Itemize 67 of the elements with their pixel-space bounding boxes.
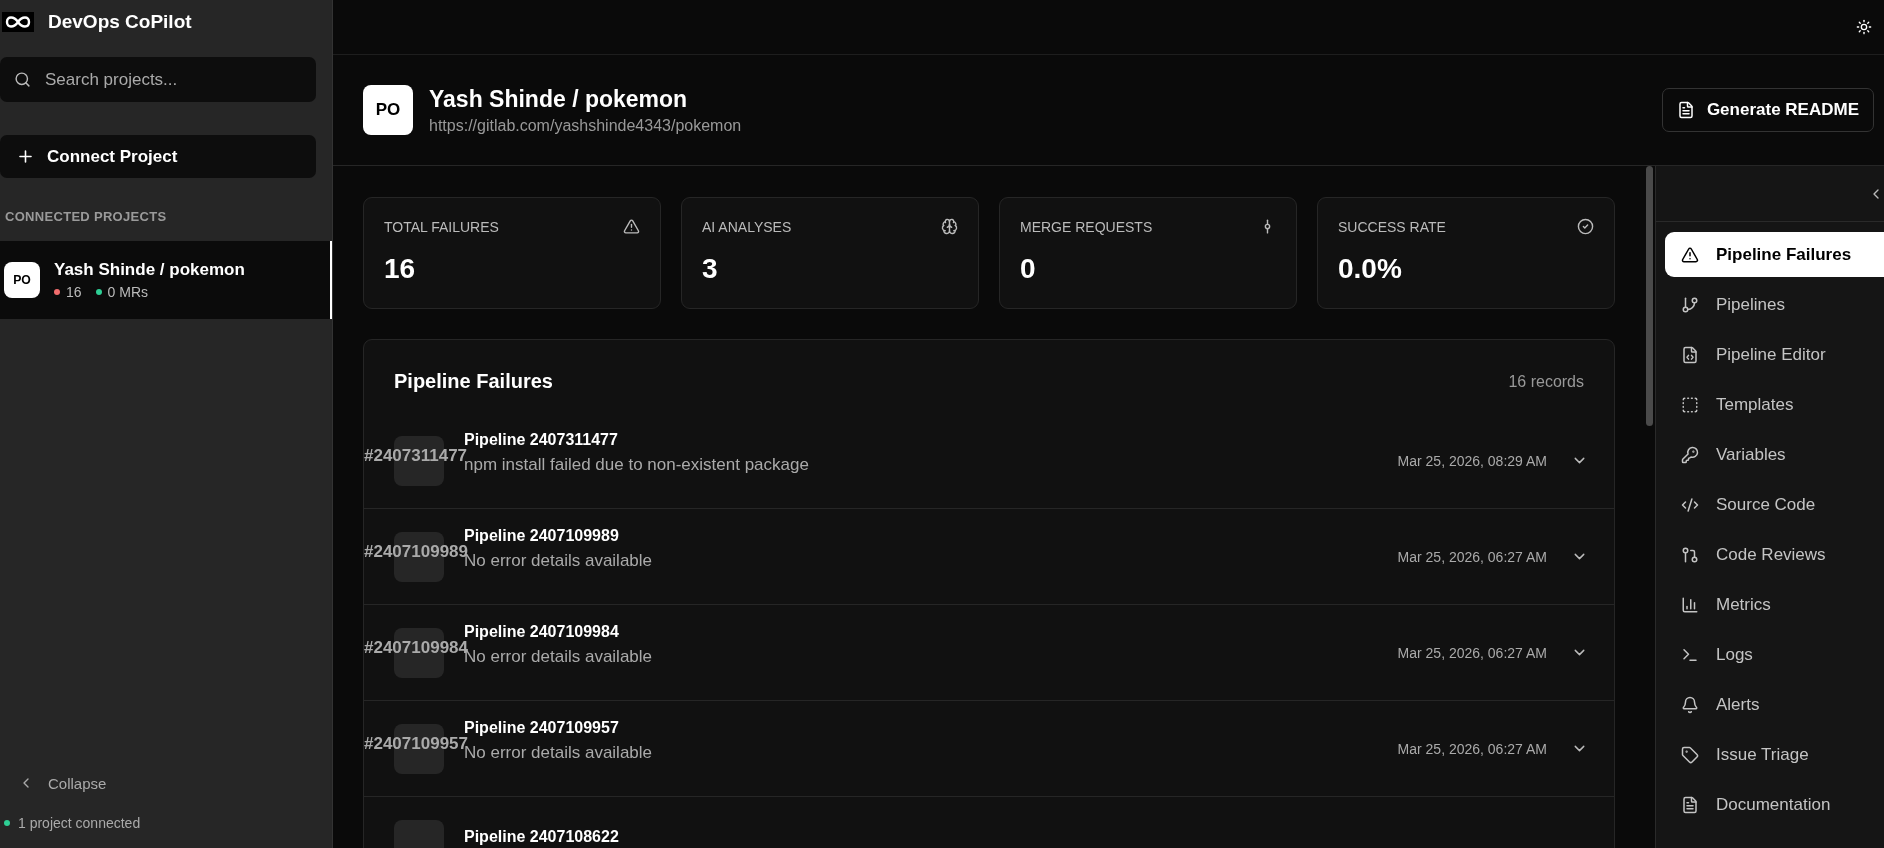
nav-item[interactable]: Code Reviews — [1665, 532, 1884, 577]
nav-item[interactable]: Logs — [1665, 632, 1884, 677]
project-avatar: PO — [4, 262, 40, 298]
nav-item[interactable]: Source Code — [1665, 482, 1884, 527]
project-item[interactable]: PO Yash Shinde / pokemon 16 0 MRs — [0, 241, 332, 319]
nav-item[interactable]: Pipeline Editor — [1665, 332, 1884, 377]
stat-value: 16 — [384, 253, 417, 285]
app-name: DevOps CoPilot — [48, 11, 192, 33]
project-avatar: PO — [363, 85, 413, 135]
section-title: CONNECTED PROJECTS — [5, 209, 168, 224]
document-icon — [1676, 101, 1695, 119]
theme-toggle-icon[interactable] — [1856, 19, 1872, 35]
stat-value: 3 — [702, 253, 719, 285]
connection-status: 1 project connected — [18, 815, 141, 831]
stat-label: MERGE REQUESTS — [1020, 218, 1153, 235]
pipeline-title: Pipeline 2407109957 — [464, 718, 620, 737]
bar-chart-icon — [1681, 595, 1699, 614]
search-field[interactable]: Search projects... — [0, 57, 316, 102]
panel-title: Pipeline Failures — [394, 370, 553, 393]
tag-icon — [1681, 745, 1699, 764]
nav-item[interactable]: Alerts — [1665, 682, 1884, 727]
generate-readme-button[interactable]: Generate README — [1661, 88, 1874, 132]
connect-project-button[interactable]: Connect Project — [0, 135, 316, 178]
warning-icon — [1681, 245, 1699, 264]
project-name: Yash Shinde / pokemon — [54, 260, 245, 280]
stat-value: 0.0% — [1338, 253, 1403, 285]
nav-item[interactable]: Pipeline Failures — [1665, 232, 1884, 277]
plus-icon — [16, 147, 35, 166]
pipeline-title: Pipeline 2407109984 — [464, 622, 620, 641]
nav-item[interactable]: Variables — [1665, 432, 1884, 477]
pipeline-title: Pipeline 2407108622 — [464, 827, 620, 846]
code-icon — [1681, 495, 1699, 514]
file-code-icon — [1681, 345, 1699, 364]
project-url: https://gitlab.com/yashshinde4343/pokemon — [429, 116, 743, 135]
pipeline-title: Pipeline 2407109989 — [464, 526, 620, 545]
project-stat: 0 MRs — [107, 284, 149, 300]
collapse-button[interactable]: Collapse — [0, 768, 332, 798]
nav-item[interactable]: Pipelines — [1665, 282, 1884, 327]
nav-item[interactable]: Metrics — [1665, 582, 1884, 627]
pull-request-icon — [1681, 545, 1699, 564]
warning-icon — [623, 218, 640, 235]
record-count: 16 records — [1508, 372, 1584, 391]
key-icon — [1681, 445, 1699, 464]
pipeline-title: Pipeline 2407311477 — [464, 430, 619, 449]
nav-item[interactable]: Documentation — [1665, 782, 1884, 827]
error-message: npm install failed due to non-existent package — [464, 454, 810, 475]
brain-icon — [941, 218, 958, 235]
logo-icon — [2, 12, 34, 32]
failure-date: Mar 25, 2026, 06:27 AM — [1397, 644, 1547, 661]
nav-item[interactable]: Issue Triage — [1665, 732, 1884, 777]
project-stat: 16 — [66, 284, 82, 300]
bell-icon — [1681, 695, 1699, 714]
scrollbar-thumb[interactable] — [1646, 166, 1653, 426]
status-dot — [4, 820, 10, 826]
failure-date: Mar 25, 2026, 06:27 AM — [1397, 548, 1547, 565]
nav-item[interactable]: Templates — [1665, 382, 1884, 427]
check-circle-icon — [1577, 218, 1594, 235]
dashed-square-icon — [1681, 395, 1699, 414]
document-icon — [1681, 795, 1699, 814]
project-title: Yash Shinde / pokemon — [429, 85, 689, 113]
search-icon — [14, 71, 31, 88]
stat-label: TOTAL FAILURES — [384, 218, 499, 235]
stat-label: SUCCESS RATE — [1338, 218, 1446, 235]
failure-date: Mar 25, 2026, 06:27 AM — [1397, 740, 1547, 757]
stat-value: 0 — [1020, 253, 1037, 285]
failure-date: Mar 25, 2026, 08:29 AM — [1397, 452, 1547, 469]
stat-label: AI ANALYSES — [702, 218, 792, 235]
